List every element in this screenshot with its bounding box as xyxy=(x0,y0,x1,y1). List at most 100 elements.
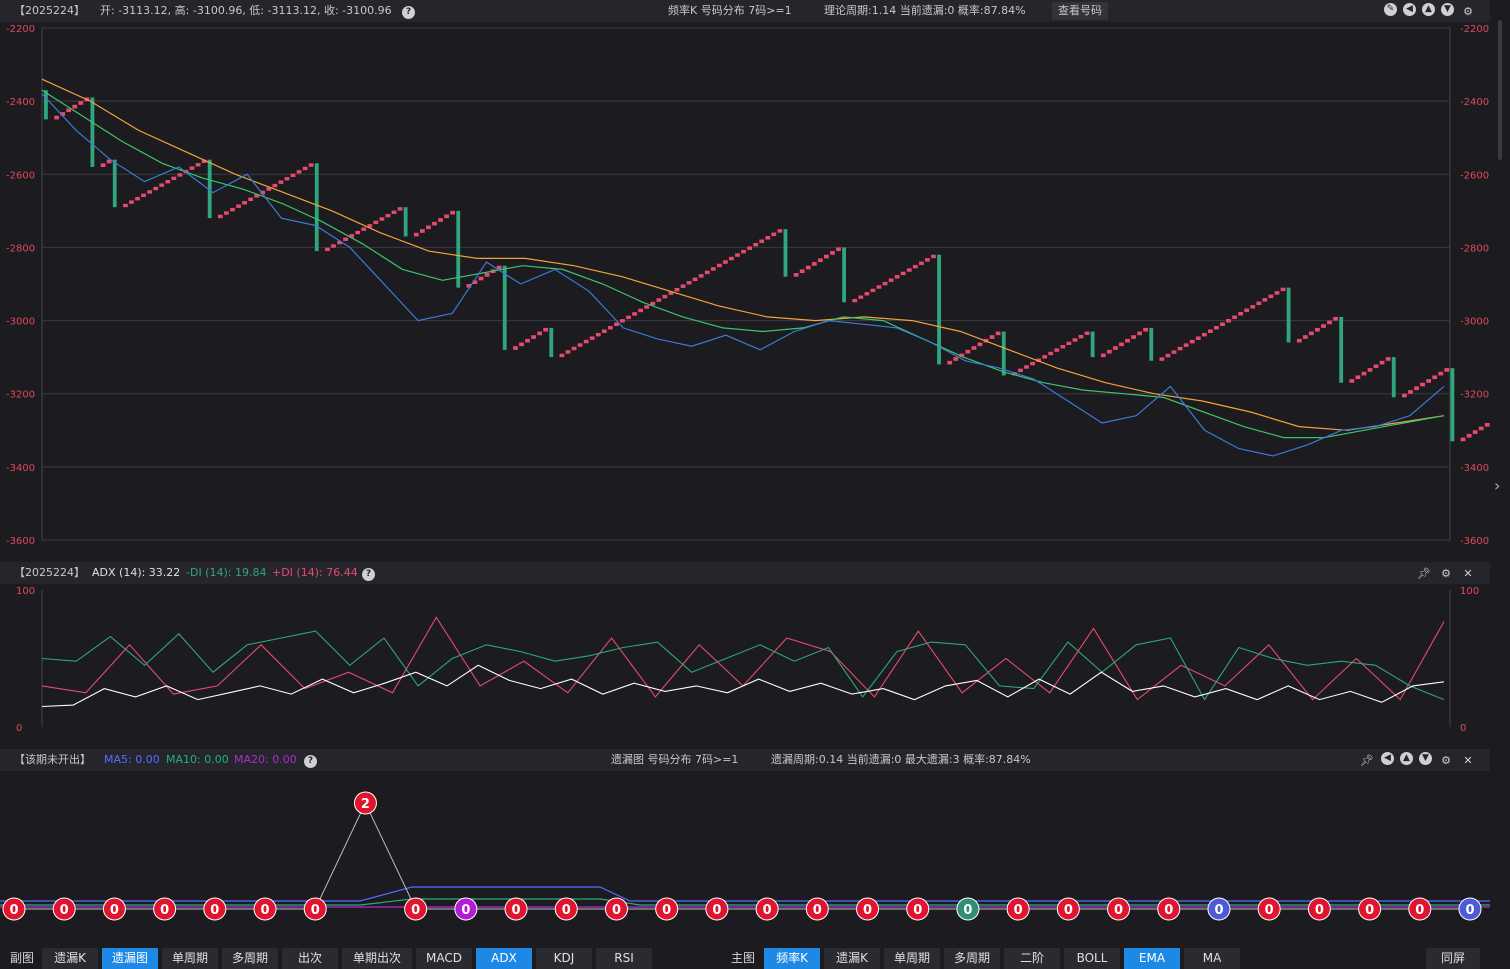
down-icon[interactable]: ▼ xyxy=(1441,3,1454,16)
candle-down xyxy=(44,90,48,120)
y-tick-label: 100 xyxy=(16,586,35,597)
candle-down xyxy=(502,265,507,350)
main-chart-title: 频率K 号码分布 7码>=1 xyxy=(668,4,792,17)
miss-marker-label: 0 xyxy=(1415,903,1424,918)
candle-up xyxy=(735,253,740,257)
sync-screen-button[interactable]: 同屏 xyxy=(1426,948,1480,969)
pin-icon[interactable]: 📌︎ xyxy=(1416,565,1432,581)
view-numbers-button[interactable]: 查看号码 xyxy=(1052,2,1108,20)
candle-up xyxy=(595,332,601,337)
settings-icon[interactable]: ⚙ xyxy=(1460,3,1476,19)
miss-marker-label: 0 xyxy=(913,903,922,918)
candle-up xyxy=(177,173,183,177)
candle-up xyxy=(100,163,106,167)
main-chart[interactable]: -2200 -2200 -2400 -2400 -2600 -2600 -2800 -2800… xyxy=(0,22,1490,557)
miss-marker: 0 xyxy=(1408,897,1432,921)
sub-tab-2[interactable]: 遗漏图 xyxy=(102,948,158,969)
help-icon[interactable]: ? xyxy=(402,0,415,22)
miss-marker: 0 xyxy=(404,897,428,921)
candle-up xyxy=(870,288,876,293)
y-tick-label: -3400 xyxy=(1460,463,1489,474)
main-tab-6[interactable]: BOLL xyxy=(1064,948,1120,969)
y-tick-label: -2200 xyxy=(1460,24,1489,35)
sub-tab-1[interactable]: 遗漏K xyxy=(42,948,98,969)
candle-up xyxy=(1018,368,1023,373)
settings-icon[interactable]: ⚙ xyxy=(1438,565,1454,581)
candle-up xyxy=(537,331,543,336)
candle-up xyxy=(1444,368,1450,372)
miss-marker: 0 xyxy=(655,897,679,921)
main-tab-7[interactable]: EMA xyxy=(1124,948,1180,969)
miss-marker-label: 0 xyxy=(60,903,69,918)
main-tab-8[interactable]: MA xyxy=(1184,948,1240,969)
main-tab-2[interactable]: 遗漏K xyxy=(824,948,880,969)
candle-up xyxy=(543,327,549,332)
edit-icon[interactable]: ✎ xyxy=(1384,3,1397,16)
miss-marker-label: 0 xyxy=(662,903,671,918)
expand-right-icon[interactable]: › xyxy=(1494,476,1500,495)
sub-tab-7[interactable]: MACD xyxy=(416,948,472,969)
candle-up xyxy=(1268,294,1274,299)
candle-up xyxy=(771,232,777,237)
candle-up xyxy=(1177,346,1183,351)
y-tick-label: -2400 xyxy=(6,97,35,108)
miss-marker: 0 xyxy=(554,897,578,921)
main-tab-5[interactable]: 二阶 xyxy=(1004,948,1060,969)
back-icon[interactable]: ◀ xyxy=(1403,3,1416,16)
candle-up xyxy=(153,186,159,191)
candle-up xyxy=(894,275,900,279)
miss-marker-label: 0 xyxy=(1265,903,1274,918)
miss-chart[interactable]: 0 0 0 0 0 0 0 2 0 0 0 0 0 0 0 0 0 0 0 0 0 0 0 0 0 0 0 0 0 0 xyxy=(0,771,1490,947)
help-icon[interactable]: ? xyxy=(304,749,317,771)
candle-up xyxy=(729,256,734,261)
candle-up xyxy=(54,115,59,120)
candle-up xyxy=(1054,348,1060,352)
settings-icon[interactable]: ⚙ xyxy=(1438,752,1454,768)
candle-up xyxy=(674,287,680,292)
sub-tab-8[interactable]: ADX xyxy=(476,948,532,969)
miss-header: 【该期未开出】 MA5: 0.00 MA10: 0.00 MA20: 0.00 … xyxy=(0,749,1490,771)
miss-marker: 0 xyxy=(805,897,829,921)
sub-tab-3[interactable]: 单周期 xyxy=(162,948,218,969)
candle-up xyxy=(656,298,662,302)
ma20-value: MA20: 0.00 xyxy=(234,753,297,766)
pin-icon[interactable]: 📌︎ xyxy=(1359,752,1375,768)
candle-up xyxy=(236,204,241,208)
sub-tab-9[interactable]: KDJ xyxy=(536,948,592,969)
candle-up xyxy=(1078,334,1084,339)
candle-up xyxy=(753,242,759,247)
candle-up xyxy=(686,281,692,285)
up-icon[interactable]: ▲ xyxy=(1422,3,1435,16)
main-tab-1[interactable]: 频率K xyxy=(764,948,820,969)
sub-tab-10[interactable]: RSI xyxy=(596,948,652,969)
candle-up xyxy=(799,269,805,274)
miss-marker: 2 xyxy=(353,791,377,815)
sub-tab-4[interactable]: 多周期 xyxy=(222,948,278,969)
right-scrollbar[interactable]: › xyxy=(1490,0,1510,969)
scroll-thumb[interactable] xyxy=(1498,20,1502,160)
y-tick-label: -3200 xyxy=(1460,390,1489,401)
up-icon[interactable]: ▲ xyxy=(1400,752,1413,765)
candle-up xyxy=(977,342,983,347)
candle-up xyxy=(1472,430,1478,434)
main-tab-3[interactable]: 单周期 xyxy=(884,948,940,969)
help-icon[interactable]: ? xyxy=(362,562,375,584)
candle-up xyxy=(836,247,841,252)
back-icon[interactable]: ◀ xyxy=(1381,752,1394,765)
y-tick-label: -2800 xyxy=(6,243,35,254)
miss-stats: 遗漏周期:0.14 当前遗漏:0 最大遗漏:3 概率:87.84% xyxy=(771,753,1031,766)
candle-down xyxy=(90,97,95,167)
close-icon[interactable]: ✕ xyxy=(1460,565,1476,581)
miss-marker: 0 xyxy=(956,897,980,921)
candle-up xyxy=(632,312,637,316)
main-chart-header: 【2025224】 开: -3113.12, 高: -3100.96, 低: -… xyxy=(0,0,1490,22)
candle-up xyxy=(811,262,817,266)
sub-tab-5[interactable]: 出次 xyxy=(282,948,338,969)
close-icon[interactable]: ✕ xyxy=(1460,752,1476,768)
sub-tab-6[interactable]: 单期出次 xyxy=(342,948,412,969)
down-icon[interactable]: ▼ xyxy=(1419,752,1432,765)
adx-chart[interactable]: 100 100 0 0 xyxy=(0,584,1490,734)
main-tab-4[interactable]: 多周期 xyxy=(944,948,1000,969)
candle-up xyxy=(1426,379,1432,383)
candle-up xyxy=(747,246,753,250)
